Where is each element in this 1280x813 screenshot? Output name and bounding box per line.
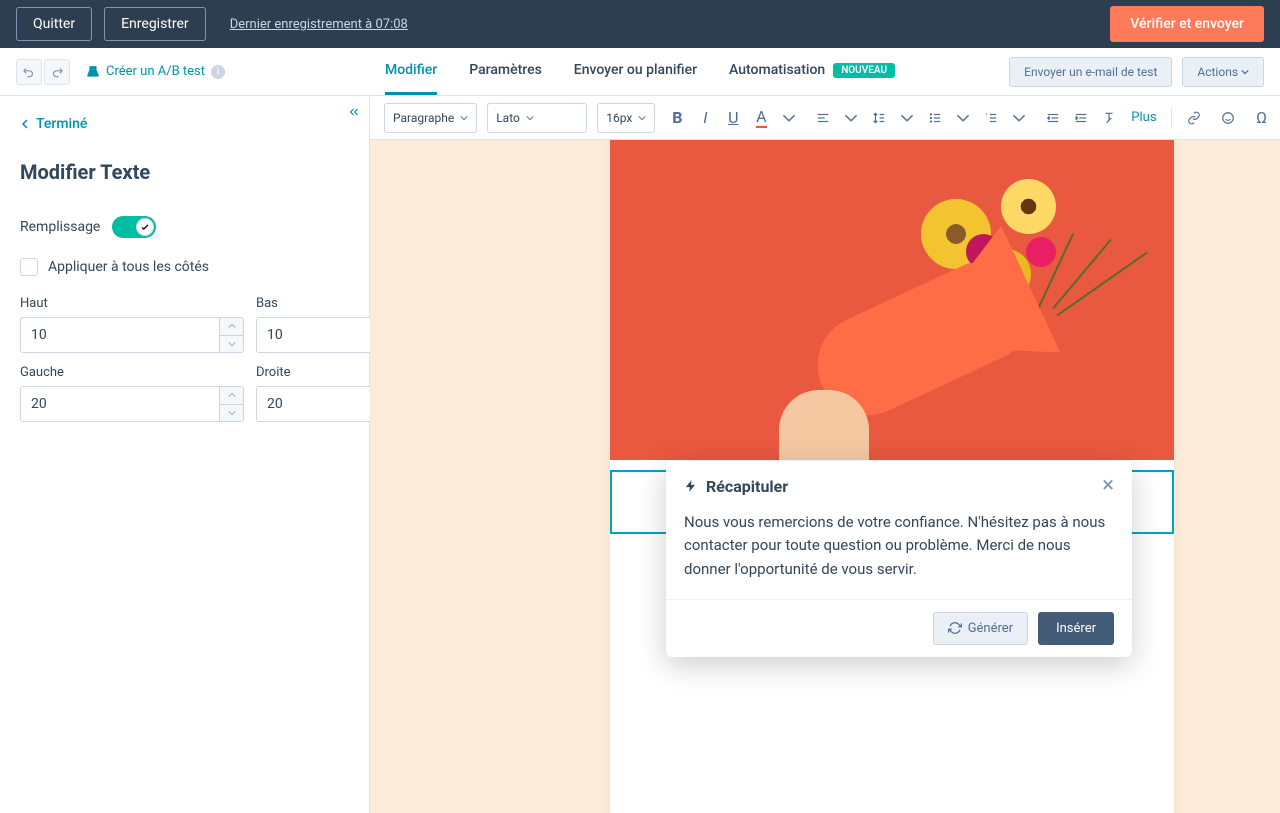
redo-button[interactable] — [44, 59, 70, 85]
left-down[interactable] — [220, 405, 243, 422]
left-label: Gauche — [20, 365, 244, 380]
ul-icon[interactable] — [923, 106, 947, 130]
apply-all-label: Appliquer à tous les côtés — [48, 259, 209, 275]
left-stepper[interactable] — [20, 386, 244, 422]
lightning-icon — [684, 479, 698, 493]
top-label: Haut — [20, 296, 244, 311]
ai-popup: Récapituler × Nous vous remercions de vo… — [666, 461, 1132, 657]
tab-automatisation-label: Automatisation — [729, 62, 825, 78]
align-icon[interactable] — [811, 106, 835, 130]
top-stepper[interactable] — [20, 317, 244, 353]
link-icon[interactable] — [1182, 106, 1206, 130]
actions-button[interactable]: Actions — [1182, 57, 1264, 87]
outdent-icon[interactable] — [1041, 106, 1065, 130]
font-select[interactable]: Lato — [487, 103, 587, 133]
undo-button[interactable] — [16, 59, 42, 85]
verify-send-button[interactable]: Vérifier et envoyer — [1110, 6, 1264, 42]
clear-format-icon[interactable] — [1097, 106, 1121, 130]
apply-all-checkbox[interactable] — [20, 258, 38, 276]
separator — [1171, 108, 1172, 128]
generate-button[interactable]: Générer — [933, 612, 1028, 645]
format-toolbar: Paragraphe Lato 16px B I U A 1 — [370, 96, 1280, 140]
ab-test-link[interactable]: Créer un A/B test i — [86, 64, 225, 79]
bold-icon[interactable]: B — [665, 106, 689, 130]
ab-test-label: Créer un A/B test — [106, 64, 205, 79]
top-up[interactable] — [220, 318, 243, 336]
left-input[interactable] — [21, 387, 219, 421]
left-panel: Terminé Modifier Texte Remplissage Appli… — [0, 96, 370, 813]
tab-automatisation[interactable]: Automatisation NOUVEAU — [729, 48, 895, 95]
size-select[interactable]: 16px — [597, 103, 655, 133]
underline-icon[interactable]: U — [721, 106, 745, 130]
back-link[interactable]: Terminé — [20, 116, 349, 132]
last-saved-link[interactable]: Dernier enregistrement à 07:08 — [230, 17, 408, 32]
top-input[interactable] — [21, 318, 219, 352]
left-up[interactable] — [220, 387, 243, 405]
ol-chevron[interactable] — [1007, 106, 1031, 130]
text-color-chevron[interactable] — [777, 106, 801, 130]
paragraph-select[interactable]: Paragraphe — [384, 103, 477, 133]
tab-parametres[interactable]: Paramètres — [469, 48, 542, 95]
send-test-button[interactable]: Envoyer un e-mail de test — [1009, 57, 1172, 87]
tab-modifier[interactable]: Modifier — [385, 48, 437, 95]
more-dropdown[interactable]: Plus — [1131, 110, 1160, 125]
popup-body: Nous vous remercions de votre confiance.… — [666, 511, 1132, 599]
padding-toggle[interactable] — [112, 216, 156, 238]
back-label: Terminé — [36, 116, 87, 132]
align-chevron[interactable] — [839, 106, 863, 130]
line-height-icon[interactable] — [867, 106, 891, 130]
tab-envoyer[interactable]: Envoyer ou planifier — [574, 48, 697, 95]
ul-chevron[interactable] — [951, 106, 975, 130]
insert-button[interactable]: Insérer — [1038, 612, 1114, 645]
special-char-icon[interactable]: Ω — [1250, 106, 1274, 130]
info-icon: i — [211, 65, 225, 79]
new-badge: NOUVEAU — [833, 63, 895, 78]
hero-image — [610, 140, 1174, 460]
svg-text:1: 1 — [985, 112, 987, 117]
line-height-chevron[interactable] — [895, 106, 919, 130]
indent-icon[interactable] — [1069, 106, 1093, 130]
save-button[interactable]: Enregistrer — [104, 7, 206, 41]
popup-title-text: Récapituler — [706, 477, 788, 496]
text-color-icon[interactable]: A — [749, 106, 773, 130]
quit-button[interactable]: Quitter — [16, 7, 92, 41]
emoji-icon[interactable] — [1216, 106, 1240, 130]
italic-icon[interactable]: I — [693, 106, 717, 130]
top-down[interactable] — [220, 336, 243, 353]
toggle-knob — [136, 218, 154, 236]
panel-title: Modifier Texte — [20, 160, 349, 184]
collapse-left-icon[interactable] — [347, 104, 361, 123]
ol-icon[interactable]: 1 — [979, 106, 1003, 130]
padding-label: Remplissage — [20, 219, 100, 235]
close-icon[interactable]: × — [1102, 475, 1114, 497]
